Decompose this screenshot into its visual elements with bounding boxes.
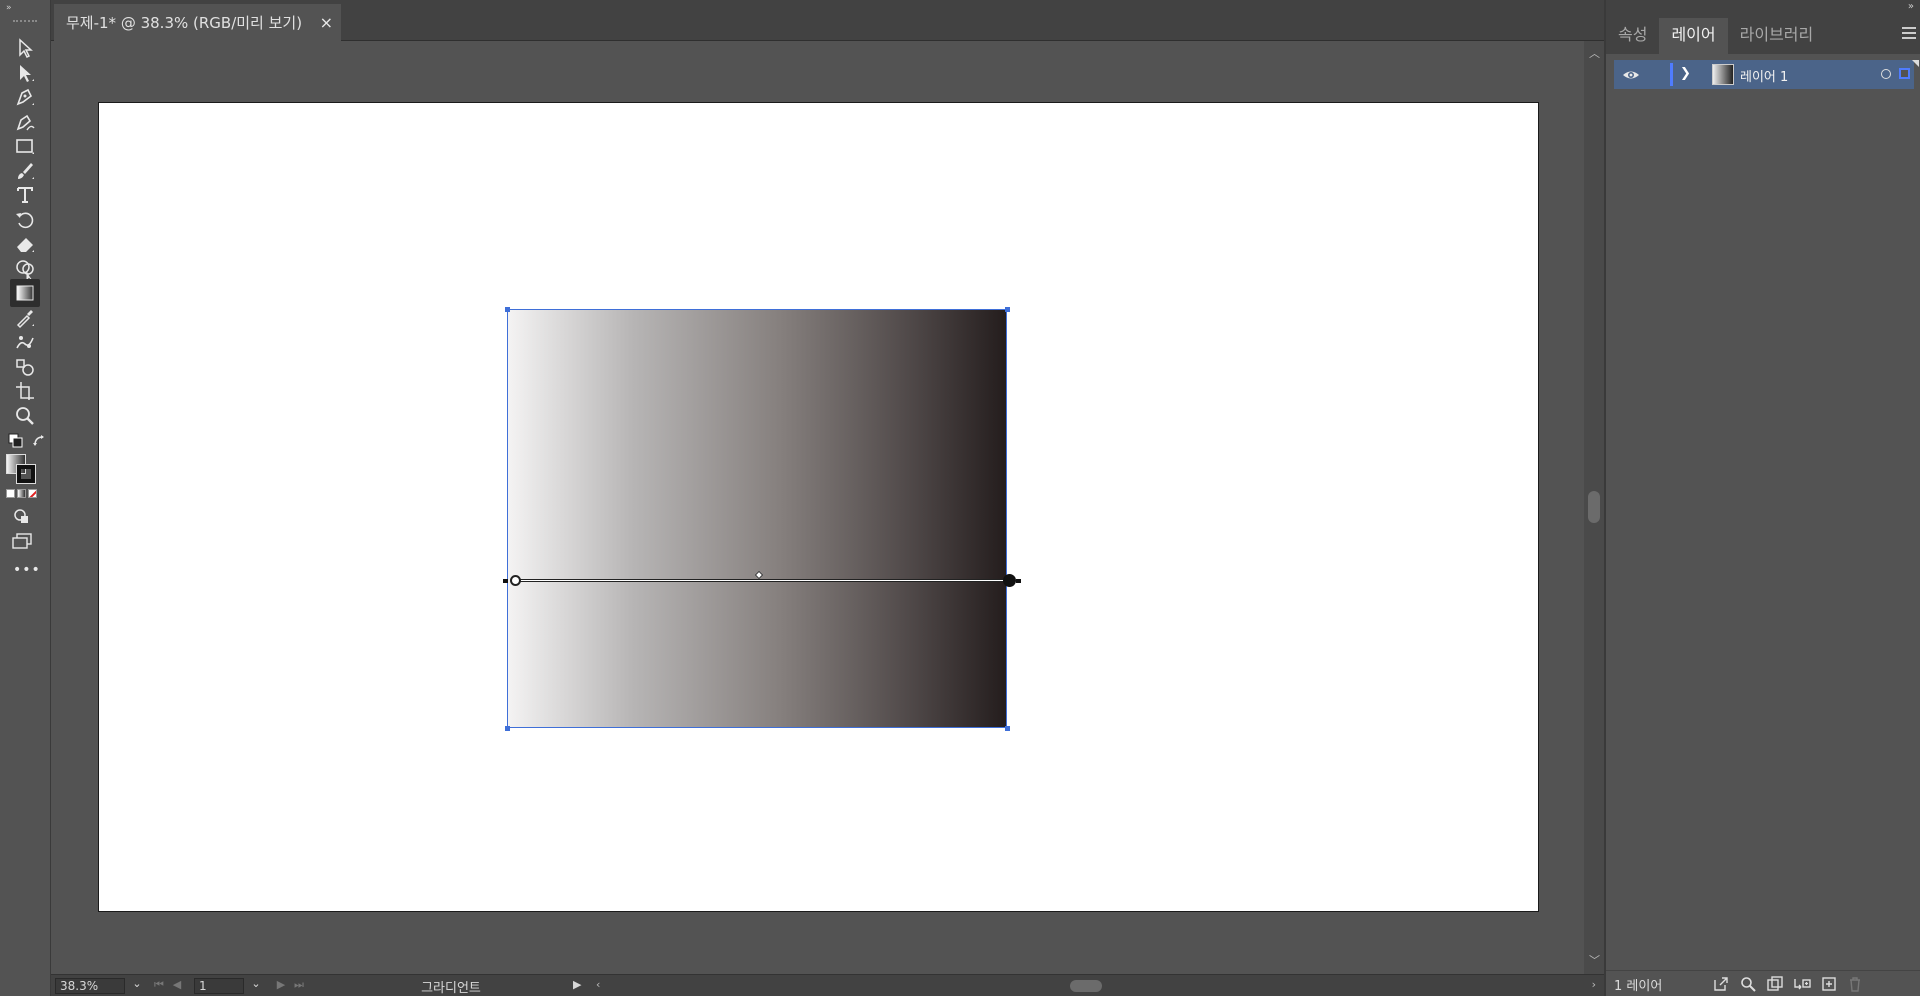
last-artboard-icon[interactable]: ⏭ (291, 978, 307, 994)
artboard-dropdown-icon[interactable]: ⌄ (246, 977, 266, 995)
scroll-right-icon[interactable]: › (1592, 978, 1596, 991)
clipping-mask-icon[interactable] (1766, 975, 1784, 993)
layer-count: 1 레이어 (1614, 979, 1663, 994)
panel-tabs: 속성 레이어 라이브러리 (1606, 18, 1920, 54)
illustrator-window: » ••• 무제-1* @ 38.3% (RGB/미리 보기) × ︿ ﹀ 38… (0, 0, 1920, 996)
artboard-number-field[interactable]: 1 (194, 978, 244, 994)
gradient-origin-handle[interactable] (503, 579, 508, 583)
swap-colors-icon[interactable] (32, 433, 46, 447)
gradient-annotator-line[interactable] (513, 579, 1009, 582)
zoom-dropdown-icon[interactable]: ⌄ (127, 977, 147, 995)
tools-panel: » ••• (0, 0, 51, 996)
document-tab-title: 무제-1* @ 38.3% (RGB/미리 보기) (66, 14, 303, 32)
layer-color-bar (1670, 63, 1673, 86)
selection-handle-bottom-right[interactable] (1005, 726, 1010, 731)
layers-panel: » 속성 레이어 라이브러리 ❯ 레이어 1 1 레이어 (1604, 0, 1920, 996)
layer-row[interactable]: ❯ 레이어 1 (1614, 60, 1919, 89)
panel-menu-icon[interactable] (1902, 27, 1916, 39)
first-artboard-icon[interactable]: ⏮ (151, 978, 167, 994)
visibility-eye-icon[interactable] (1622, 66, 1640, 84)
layer-selection-indicator[interactable] (1899, 68, 1910, 79)
scroll-up-icon[interactable]: ︿ (1589, 45, 1600, 61)
panel-collapse-icon[interactable]: » (1908, 1, 1914, 12)
status-menu-arrow-icon[interactable]: ▶ (573, 978, 581, 991)
vertical-scrollbar[interactable]: ︿ ﹀ (1584, 41, 1604, 974)
scroll-down-icon[interactable]: ﹀ (1589, 952, 1600, 968)
eraser-tool-icon[interactable] (10, 230, 40, 258)
default-colors-icon[interactable] (8, 433, 24, 449)
rectangle-tool-icon[interactable] (10, 132, 40, 160)
zoom-level-field[interactable]: 38.3% (55, 978, 125, 994)
zoom-tool-icon[interactable] (10, 402, 40, 430)
gradient-rectangle[interactable] (507, 309, 1007, 728)
gradient-end-stop[interactable] (1003, 574, 1016, 587)
vertical-scroll-thumb[interactable] (1588, 491, 1600, 523)
document-tab[interactable]: 무제-1* @ 38.3% (RGB/미리 보기) × (54, 4, 341, 41)
scroll-left-icon[interactable]: ‹ (596, 978, 600, 991)
previous-artboard-icon[interactable]: ◀ (169, 978, 185, 994)
tab-libraries[interactable]: 라이브러리 (1728, 18, 1826, 54)
pen-tool-icon[interactable] (10, 83, 40, 111)
tab-properties[interactable]: 속성 (1606, 18, 1659, 54)
selection-handle-bottom-left[interactable] (505, 726, 510, 731)
search-icon[interactable] (1739, 975, 1757, 993)
next-artboard-icon[interactable]: ▶ (273, 978, 289, 994)
panel-collapse-icon[interactable]: » (6, 3, 11, 13)
panel-grip[interactable] (13, 20, 37, 23)
layer-name[interactable]: 레이어 1 (1740, 66, 1788, 85)
delete-layer-icon[interactable] (1846, 975, 1864, 993)
color-mode-buttons[interactable] (6, 489, 42, 499)
gradient-start-stop[interactable] (510, 575, 521, 586)
more-tools-icon[interactable]: ••• (13, 562, 40, 578)
layer-target-icon[interactable] (1881, 69, 1891, 79)
type-tool-icon[interactable] (10, 181, 40, 209)
document-tab-bar: 무제-1* @ 38.3% (RGB/미리 보기) × (51, 0, 1604, 41)
layer-corner-marker (1912, 60, 1919, 67)
tab-layers[interactable]: 레이어 (1659, 18, 1728, 54)
selection-tool-icon[interactable] (10, 34, 40, 62)
artboard[interactable] (98, 102, 1539, 912)
artboard-tool-icon[interactable] (10, 377, 40, 405)
horizontal-scrollbar[interactable]: ‹ › (596, 976, 1596, 996)
export-icon[interactable] (1712, 975, 1730, 993)
layer-thumbnail (1712, 64, 1734, 85)
panel-header: » (1606, 0, 1920, 18)
gradient-tool-icon[interactable] (10, 279, 40, 307)
expand-chevron-icon[interactable]: ❯ (1680, 66, 1691, 81)
new-sublayer-icon[interactable] (1793, 975, 1811, 993)
layers-panel-footer: 1 레이어 (1606, 970, 1920, 996)
screen-mode-icon[interactable] (11, 532, 33, 550)
status-bar: 38.3% ⌄ ⏮ ◀ 1 ⌄ ▶ ⏭ 그라디언트 ▶ ‹ › (51, 974, 1604, 996)
new-layer-icon[interactable] (1820, 975, 1838, 993)
selection-handle-top-left[interactable] (505, 307, 510, 312)
drawing-mode-icon[interactable] (12, 507, 32, 525)
status-current-tool[interactable]: 그라디언트 (321, 977, 581, 996)
horizontal-scroll-thumb[interactable] (1070, 980, 1102, 992)
close-icon[interactable]: × (320, 13, 333, 32)
canvas[interactable] (51, 41, 1584, 974)
puppet-warp-tool-icon[interactable] (10, 328, 40, 356)
gradient-end-handle[interactable] (1016, 579, 1021, 583)
fill-stroke-swatch[interactable] (6, 454, 38, 484)
selection-handle-top-right[interactable] (1005, 307, 1010, 312)
